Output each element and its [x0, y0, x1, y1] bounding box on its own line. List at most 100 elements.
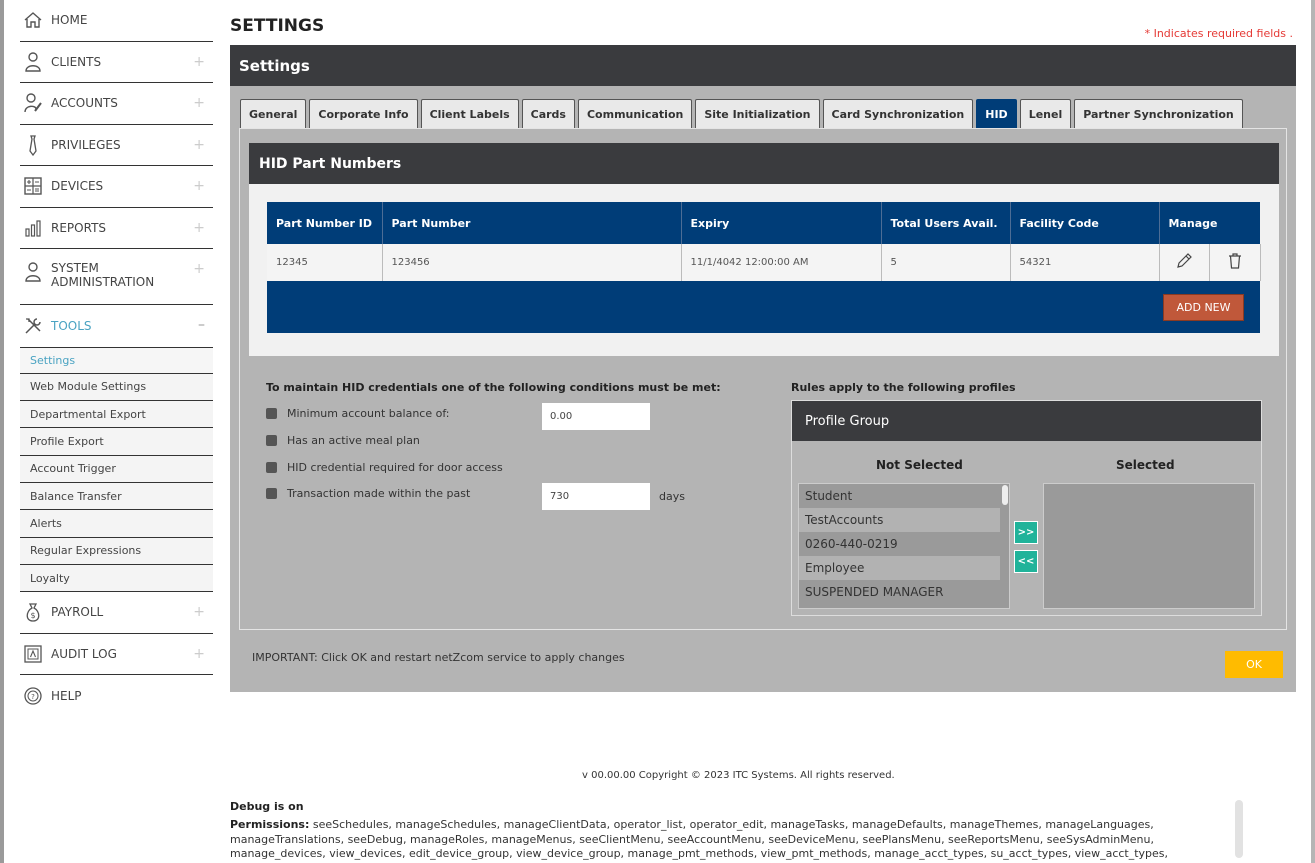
tab-cards[interactable]: Cards	[521, 99, 575, 128]
tab-general[interactable]: General	[240, 99, 307, 128]
expand-icon[interactable]: +	[193, 646, 205, 662]
sidebar-item-reports[interactable]: REPORTS +	[20, 208, 213, 249]
min-balance-checkbox[interactable]	[266, 408, 277, 419]
selected-label: Selected	[1116, 458, 1175, 472]
expand-icon[interactable]: +	[193, 261, 205, 277]
tab-corporate-info[interactable]: Corporate Info	[309, 99, 418, 128]
column-header-expiry[interactable]: Expiry	[681, 202, 882, 244]
trash-icon[interactable]	[1227, 253, 1243, 273]
meal-plan-checkbox[interactable]	[266, 435, 277, 446]
expand-icon[interactable]: +	[193, 54, 205, 70]
condition-min-balance[interactable]: Minimum account balance of:	[266, 407, 450, 420]
meal-plan-label: Has an active meal plan	[287, 434, 420, 447]
submenu-item-departmental-export[interactable]: Departmental Export	[20, 401, 213, 429]
not-selected-label: Not Selected	[876, 458, 963, 472]
sidebar: HOME CLIENTS + ACCOUNTS + PRIVILEGES + D…	[20, 0, 213, 717]
tab-communication[interactable]: Communication	[577, 99, 693, 128]
expand-icon[interactable]: +	[193, 220, 205, 236]
sidebar-item-accounts[interactable]: ACCOUNTS +	[20, 83, 213, 125]
transaction-days-input[interactable]: 730	[542, 483, 650, 510]
chart-icon	[22, 217, 44, 239]
min-balance-input[interactable]: 0.00	[542, 403, 650, 430]
condition-transaction[interactable]: Transaction made within the past	[266, 487, 470, 500]
table-row: 12345 123456 11/1/4042 12:00:00 AM 5 543…	[267, 244, 1261, 281]
list-item[interactable]: Student	[799, 484, 1000, 508]
page-scrollbar[interactable]	[1235, 800, 1243, 858]
list-scrollbar[interactable]	[1002, 485, 1008, 505]
sidebar-item-label: SYSTEM ADMINISTRATION	[51, 261, 155, 289]
profile-group-box: Profile Group Not Selected Selected Stud…	[791, 400, 1262, 616]
column-header-facility-code[interactable]: Facility Code	[1010, 202, 1160, 244]
hid-part-numbers-table: Part Number ID Part Number Expiry Total …	[267, 202, 1261, 281]
not-selected-list[interactable]: Student TestAccounts 0260-440-0219 Emplo…	[798, 483, 1010, 609]
tab-site-initialization[interactable]: Site Initialization	[695, 99, 820, 128]
list-item[interactable]: 0260-440-0219	[799, 532, 1000, 556]
tab-lenel[interactable]: Lenel	[1019, 99, 1072, 128]
sidebar-item-label: PAYROLL	[51, 605, 104, 620]
submenu-item-profile-export[interactable]: Profile Export	[20, 428, 213, 456]
submenu-item-balance-transfer[interactable]: Balance Transfer	[20, 482, 213, 511]
submenu-item-web-module-settings[interactable]: Web Module Settings	[20, 373, 213, 402]
tab-partner-synchronization[interactable]: Partner Synchronization	[1074, 99, 1243, 128]
add-new-button[interactable]: ADD NEW	[1163, 294, 1244, 321]
collapse-icon[interactable]: –	[198, 317, 205, 333]
column-header-total-users[interactable]: Total Users Avail.	[881, 202, 1011, 244]
tab-hid[interactable]: HID	[976, 99, 1017, 128]
move-left-button[interactable]: <<	[1014, 550, 1038, 573]
sidebar-item-label: AUDIT LOG	[51, 646, 117, 661]
tools-icon	[22, 315, 44, 337]
svg-text:$: $	[30, 611, 35, 620]
tab-client-labels[interactable]: Client Labels	[420, 99, 519, 128]
sidebar-item-system-administration[interactable]: SYSTEM ADMINISTRATION +	[20, 249, 213, 305]
expand-icon[interactable]: +	[193, 95, 205, 111]
sidebar-item-label: REPORTS	[51, 220, 107, 235]
condition-meal-plan[interactable]: Has an active meal plan	[266, 434, 420, 447]
svg-text:?: ?	[31, 693, 35, 701]
column-header-part-number-id[interactable]: Part Number ID	[267, 202, 383, 244]
column-header-part-number[interactable]: Part Number	[382, 202, 682, 244]
submenu-item-regular-expressions[interactable]: Regular Expressions	[20, 537, 213, 565]
permissions-label: Permissions:	[230, 818, 310, 831]
expand-icon[interactable]: +	[193, 137, 205, 153]
door-access-checkbox[interactable]	[266, 462, 277, 473]
ok-button[interactable]: OK	[1225, 651, 1283, 678]
sidebar-item-home[interactable]: HOME	[20, 0, 213, 42]
list-item[interactable]: TestAccounts	[799, 508, 1000, 532]
hid-part-numbers-table-wrap: Part Number ID Part Number Expiry Total …	[267, 202, 1261, 333]
delete-action-cell[interactable]	[1209, 244, 1261, 281]
expand-icon[interactable]: +	[193, 604, 205, 620]
sidebar-item-devices[interactable]: DEVICES +	[20, 166, 213, 208]
permissions-list: seeSchedules, manageSchedules, manageCli…	[230, 818, 1169, 863]
sidebar-item-label: ACCOUNTS	[51, 96, 118, 111]
sidebar-item-payroll[interactable]: $ PAYROLL +	[20, 592, 213, 634]
sidebar-item-label: DEVICES	[51, 179, 104, 194]
edit-action-cell[interactable]	[1159, 244, 1210, 281]
pencil-icon[interactable]	[1175, 253, 1193, 273]
submenu-item-alerts[interactable]: Alerts	[20, 510, 213, 538]
sidebar-item-audit-log[interactable]: AUDIT LOG +	[20, 634, 213, 676]
expand-icon[interactable]: +	[193, 178, 205, 194]
cell-part-number-id: 12345	[267, 244, 383, 281]
sidebar-item-help[interactable]: ? HELP	[20, 675, 213, 717]
sidebar-item-clients[interactable]: CLIENTS +	[20, 42, 213, 83]
required-fields-note: * Indicates required fields .	[1144, 27, 1293, 40]
submenu-item-loyalty[interactable]: Loyalty	[20, 564, 213, 593]
list-item[interactable]: Employee	[799, 556, 1000, 580]
cell-part-number: 123456	[382, 244, 682, 281]
sidebar-item-privileges[interactable]: PRIVILEGES +	[20, 125, 213, 166]
help-icon: ?	[22, 685, 44, 707]
cell-total-users: 5	[881, 244, 1011, 281]
submenu-item-account-trigger[interactable]: Account Trigger	[20, 455, 213, 483]
admin-user-icon	[22, 261, 44, 283]
submenu-item-settings[interactable]: Settings	[20, 346, 213, 374]
transaction-checkbox[interactable]	[266, 488, 277, 499]
tab-card-synchronization[interactable]: Card Synchronization	[822, 99, 974, 128]
move-right-button[interactable]: >>	[1014, 521, 1038, 544]
condition-door-access[interactable]: HID credential required for door access	[266, 461, 503, 474]
sidebar-item-tools[interactable]: TOOLS –	[20, 305, 213, 347]
calculator-icon	[22, 175, 44, 197]
sidebar-item-label: PRIVILEGES	[51, 137, 121, 152]
list-item[interactable]: SUSPENDED MANAGER	[799, 580, 1000, 604]
selected-list[interactable]	[1043, 483, 1255, 609]
sidebar-item-label: TOOLS	[51, 318, 92, 333]
